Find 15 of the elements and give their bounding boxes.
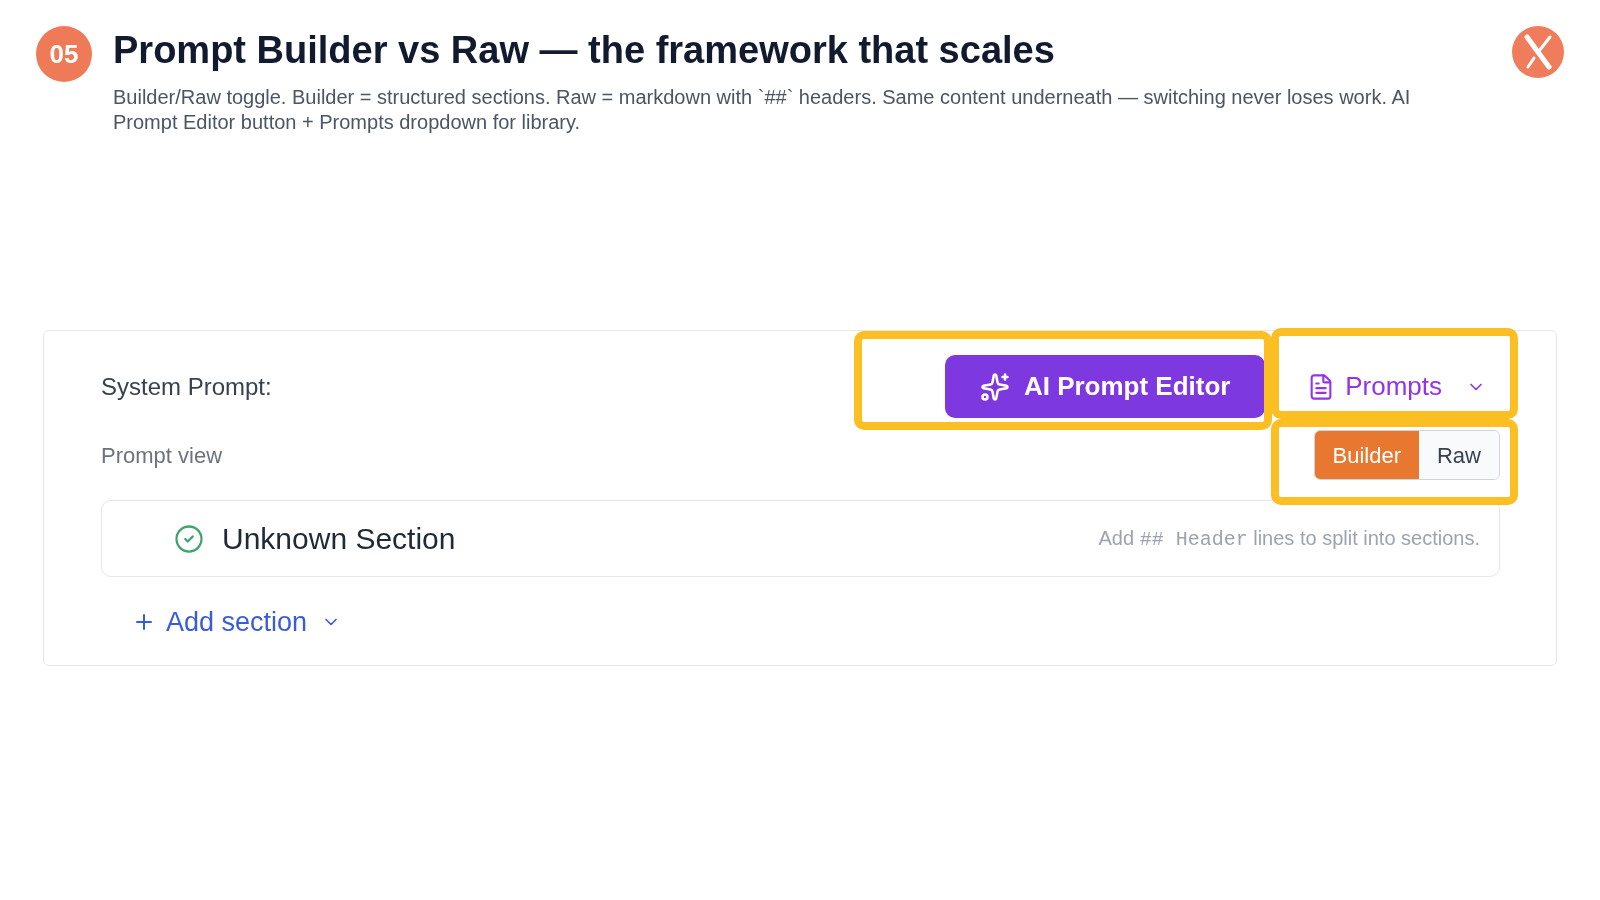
ai-prompt-editor-button[interactable]: AI Prompt Editor	[945, 355, 1266, 418]
prompts-dropdown[interactable]: Prompts	[1293, 366, 1500, 407]
system-prompt-label: System Prompt:	[101, 371, 272, 402]
check-circle-icon	[174, 523, 204, 554]
sparkle-icon	[979, 371, 1010, 402]
section-hint: Add ## Header lines to split into sections.	[1098, 525, 1480, 553]
slide-subtitle: Builder/Raw toggle. Builder = structured sections. Raw = markdown with `##` headers. Same content underneath — switching never loses work. AI Prompt Editor button + Prompts dropdown for library.	[113, 85, 1412, 135]
section-title: Unknown Section	[222, 521, 456, 557]
prompt-view-label: Prompt view	[101, 441, 223, 470]
slide-number-badge: 05	[36, 26, 92, 82]
view-toggle-option[interactable]: Builder	[1314, 431, 1419, 479]
add-section-button[interactable]: Add section	[132, 603, 342, 641]
logo-icon	[1512, 26, 1564, 78]
view-toggle-option[interactable]: Raw	[1419, 431, 1499, 479]
slide-title: Prompt Builder vs Raw — the framework that scales	[113, 28, 1056, 73]
